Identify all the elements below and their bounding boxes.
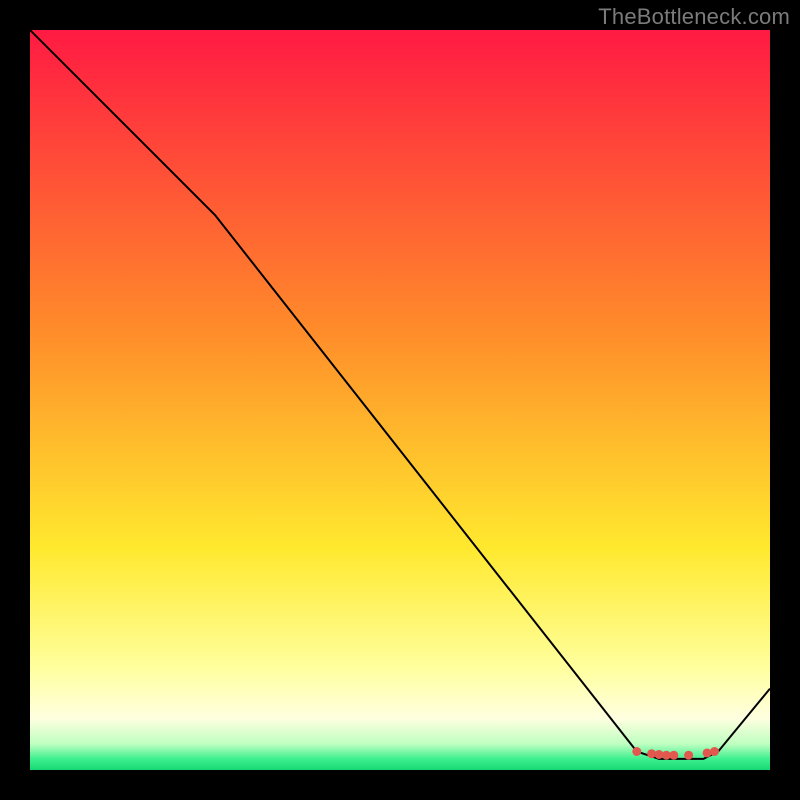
watermark-text: TheBottleneck.com — [598, 4, 790, 30]
chart-frame: { "watermark": "TheBottleneck.com", "cha… — [0, 0, 800, 800]
chart-svg — [30, 30, 770, 770]
marker-point — [632, 747, 641, 756]
marker-point — [703, 748, 712, 757]
marker-point — [684, 751, 693, 760]
marker-point — [669, 751, 678, 760]
marker-point — [710, 747, 719, 756]
